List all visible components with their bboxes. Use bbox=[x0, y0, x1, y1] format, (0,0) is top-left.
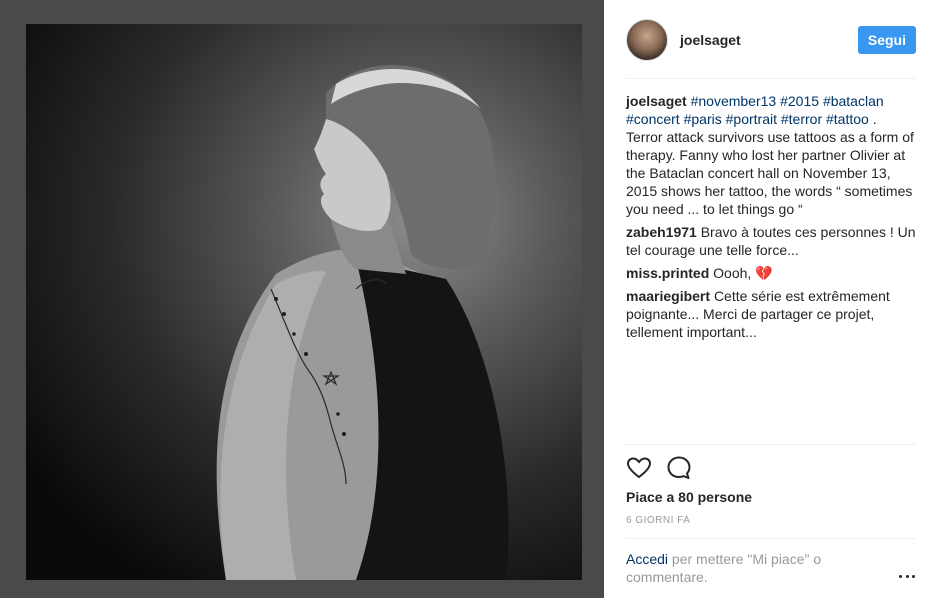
photo-illustration bbox=[216, 65, 509, 580]
caption: joelsaget #november13 #2015 #bataclan #c… bbox=[626, 92, 916, 218]
likes-count[interactable]: Piace a 80 persone bbox=[626, 489, 752, 505]
hashtag-link[interactable]: #november13 bbox=[691, 93, 777, 109]
comment-item: zabeh1971 Bravo à toutes ces personnes !… bbox=[626, 223, 916, 259]
post-header: joelsaget Segui bbox=[626, 18, 916, 62]
hashtag-link[interactable]: #paris bbox=[684, 111, 722, 127]
side-panel: joelsaget Segui joelsaget #november13 #2… bbox=[604, 0, 935, 598]
photo-panel bbox=[0, 0, 604, 598]
avatar[interactable] bbox=[626, 19, 668, 61]
header-divider bbox=[626, 78, 916, 79]
hashtag-link[interactable]: #portrait bbox=[726, 111, 777, 127]
comment-item: miss.printed Oooh, 💔 bbox=[626, 264, 916, 282]
hashtag-link[interactable]: #2015 bbox=[780, 93, 819, 109]
comment-icon[interactable] bbox=[666, 455, 692, 481]
post-username[interactable]: joelsaget bbox=[680, 32, 741, 48]
comments-list: joelsaget #november13 #2015 #bataclan #c… bbox=[626, 92, 916, 346]
caption-user[interactable]: joelsaget bbox=[626, 93, 687, 109]
actions-divider bbox=[626, 444, 916, 445]
hashtag-link[interactable]: #bataclan bbox=[823, 93, 884, 109]
more-options-icon[interactable] bbox=[899, 568, 915, 584]
login-prompt: Accedi per mettere "Mi piace" o commenta… bbox=[626, 550, 866, 586]
action-bar bbox=[626, 455, 706, 481]
heart-icon[interactable] bbox=[626, 455, 652, 481]
post-date: 6 GIORNI FA bbox=[626, 515, 691, 526]
footer-divider bbox=[626, 538, 916, 539]
comment-user[interactable]: maariegibert bbox=[626, 288, 710, 304]
follow-button[interactable]: Segui bbox=[857, 26, 916, 54]
login-link[interactable]: Accedi bbox=[626, 551, 668, 567]
post-photo[interactable] bbox=[26, 24, 582, 580]
comment-item: maariegibert Cette série est extrêmement… bbox=[626, 287, 916, 341]
comment-text: Oooh, 💔 bbox=[713, 265, 773, 281]
comment-user[interactable]: miss.printed bbox=[626, 265, 709, 281]
hashtag-link[interactable]: #tattoo bbox=[826, 111, 869, 127]
hashtag-link[interactable]: #terror bbox=[781, 111, 822, 127]
hashtag-link[interactable]: #concert bbox=[626, 111, 680, 127]
comment-user[interactable]: zabeh1971 bbox=[626, 224, 697, 240]
